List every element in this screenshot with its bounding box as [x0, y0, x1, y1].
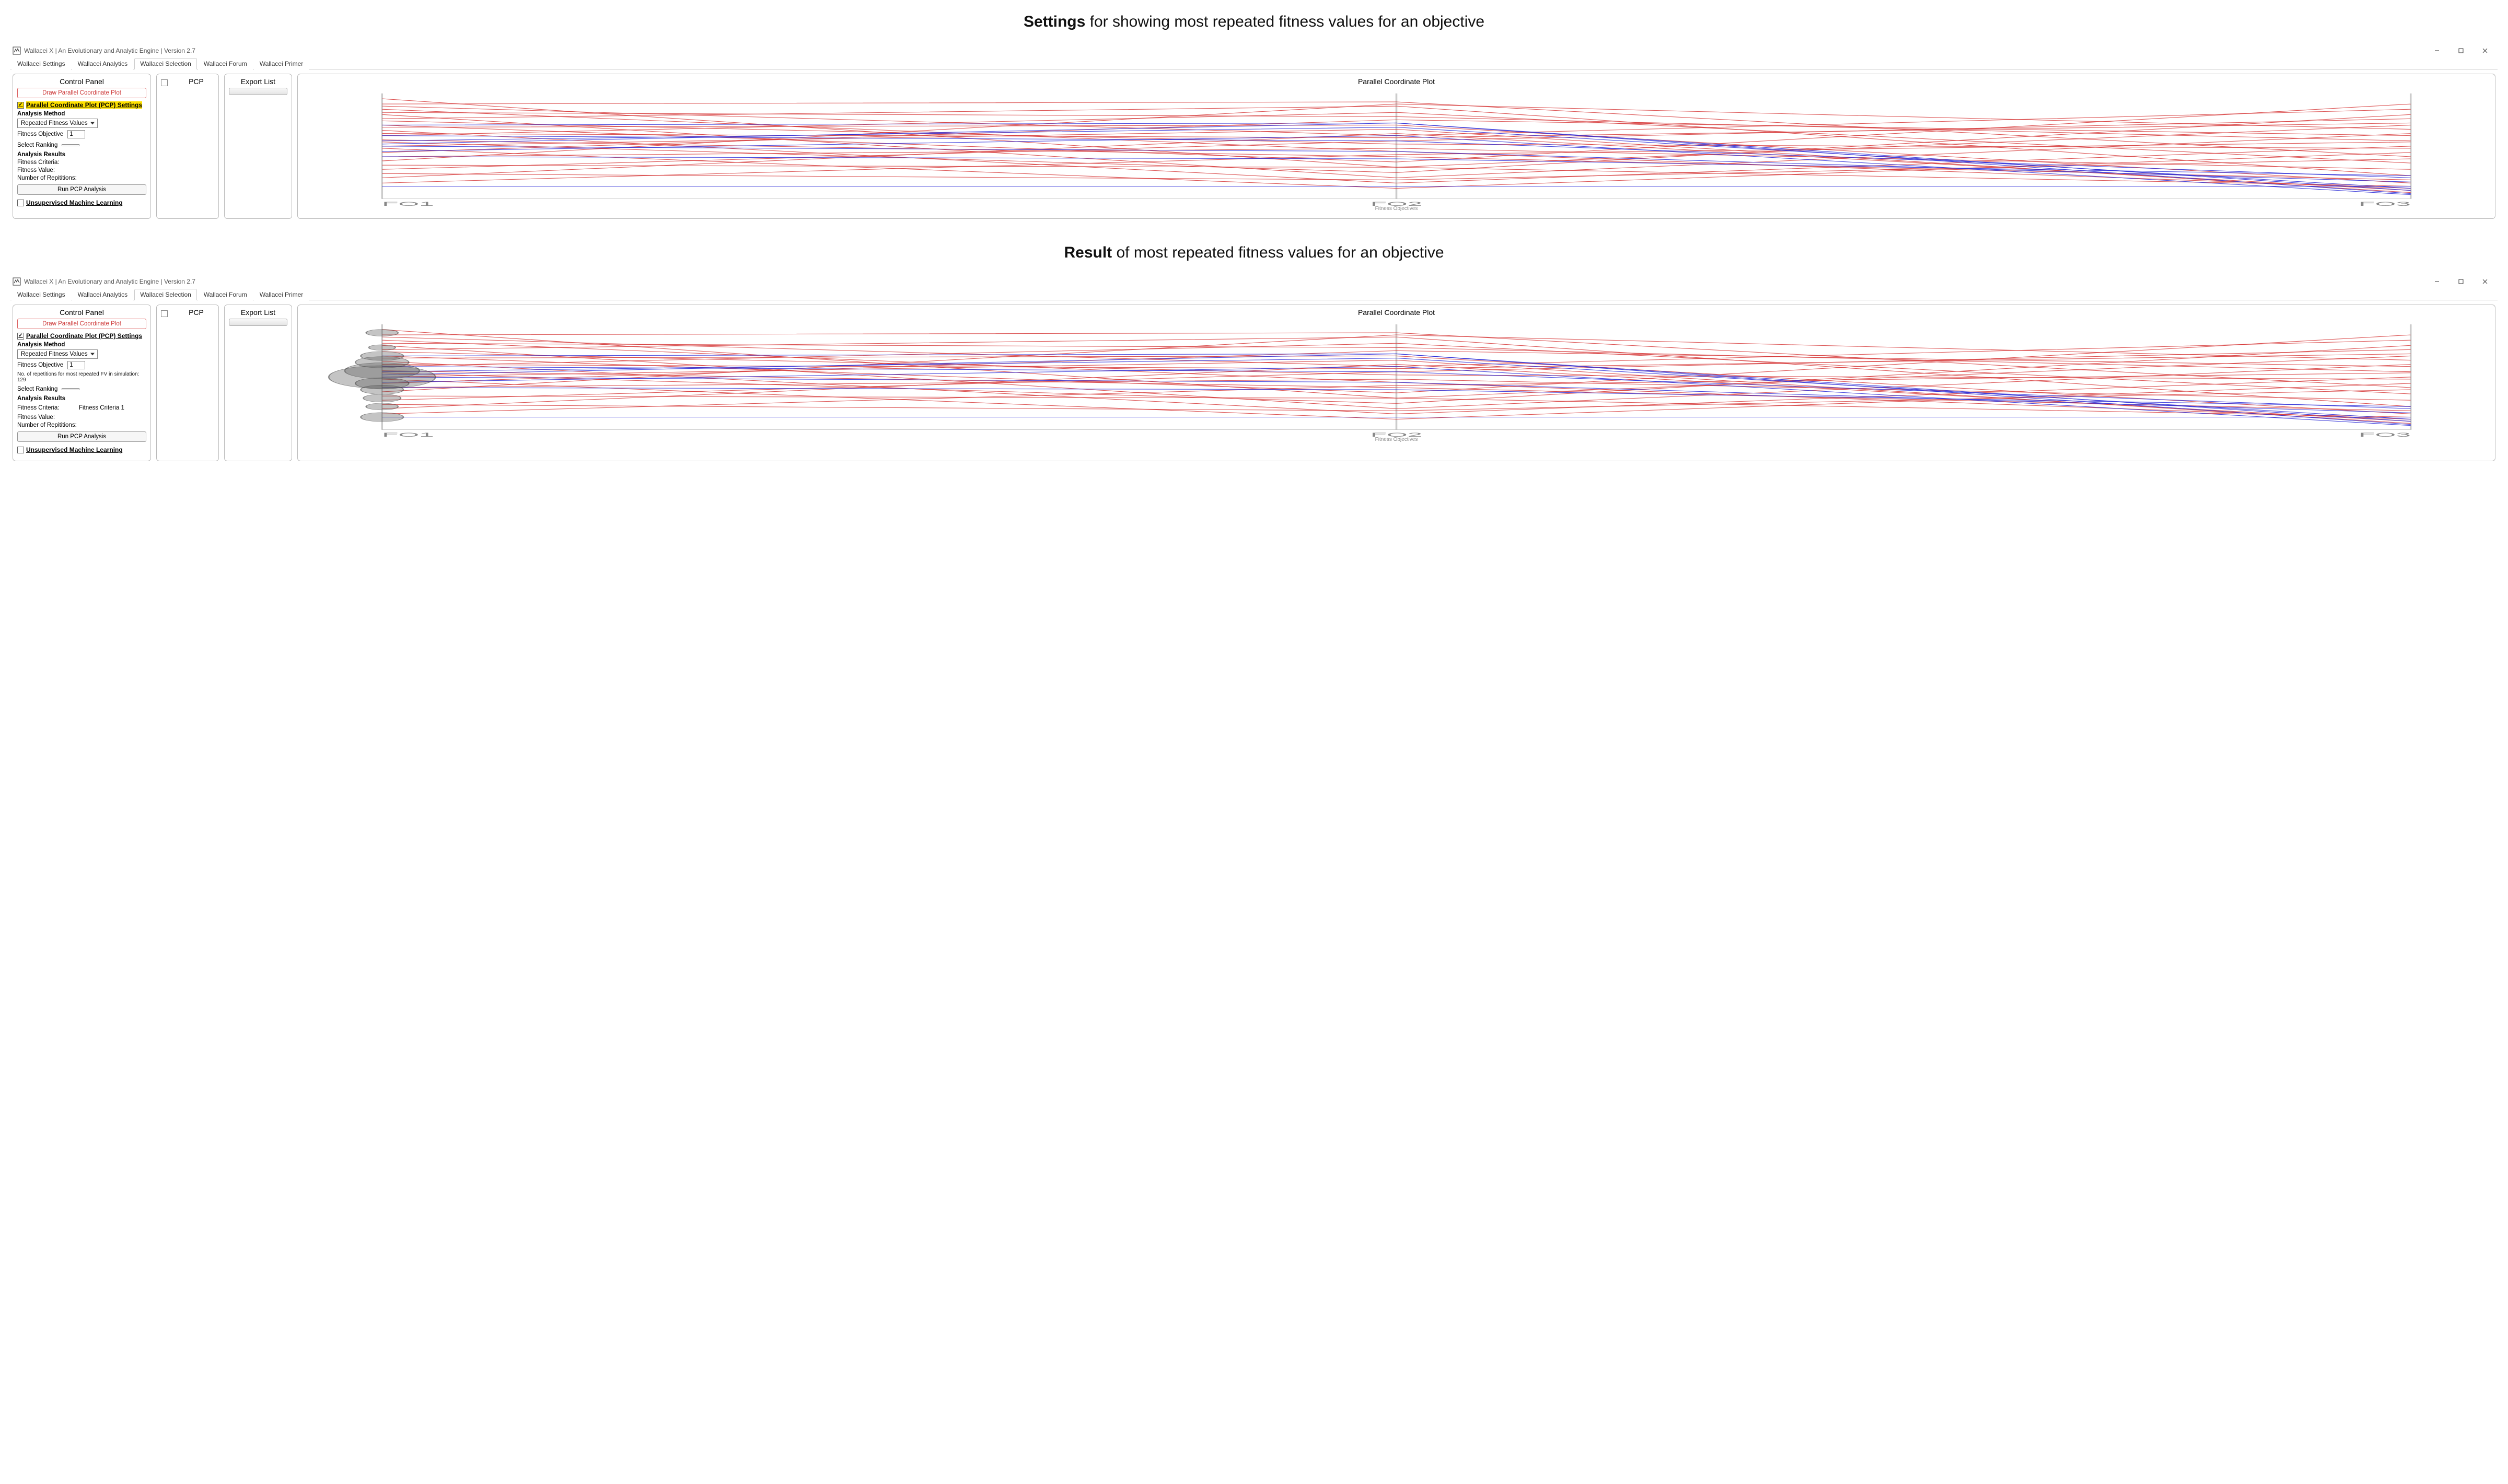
draw-pcp-button[interactable]: Draw Parallel Coordinate Plot [17, 319, 146, 329]
tab-forum[interactable]: Wallacei Forum [198, 289, 253, 300]
draw-pcp-button[interactable]: Draw Parallel Coordinate Plot [17, 88, 146, 98]
pcp-list-panel: PCP [156, 305, 219, 461]
titlebar-text: Wallacei X | An Evolutionary and Analyti… [24, 278, 195, 285]
plot-xlabel: Fitness Objectives [302, 437, 2491, 442]
control-panel: Control Panel Draw Parallel Coordinate P… [13, 305, 151, 461]
export-list-title: Export List [229, 77, 287, 86]
run-pcp-button[interactable]: Run PCP Analysis [17, 431, 146, 442]
unsupervised-ml-header: Unsupervised Machine Learning [17, 446, 146, 453]
plot-xlabel: Fitness Objectives [302, 206, 2491, 212]
banner-settings: Settings for showing most repeated fitne… [10, 13, 2498, 31]
tab-analytics[interactable]: Wallacei Analytics [72, 289, 134, 300]
plot-area: FO1FO2FO3 Fitness Objectives [302, 88, 2491, 213]
num-repititions-label: Number of Repititions: [17, 422, 146, 428]
content-area: Control Panel Draw Parallel Coordinate P… [10, 69, 2498, 223]
tabstrip: Wallacei Settings Wallacei Analytics Wal… [10, 288, 2498, 300]
export-list-panel: Export List [224, 74, 292, 219]
tab-primer[interactable]: Wallacei Primer [254, 58, 309, 69]
analysis-method-select[interactable]: Repeated Fitness Values [17, 119, 98, 128]
titlebar: Wallacei X | An Evolutionary and Analyti… [10, 44, 2498, 57]
export-list-title: Export List [229, 308, 287, 317]
fitness-criteria-label: Fitness Criteria: [17, 159, 146, 166]
analysis-results-label: Analysis Results [17, 151, 146, 158]
app-icon [13, 46, 21, 55]
select-ranking-input[interactable] [62, 144, 79, 146]
fitness-objective-label: Fitness Objective [17, 131, 63, 137]
pcp-settings-label: Parallel Coordinate Plot (PCP) Settings [26, 101, 142, 109]
pcp-settings-header: Parallel Coordinate Plot (PCP) Settings [17, 101, 146, 109]
fitness-value-label: Fitness Value: [17, 167, 146, 173]
app-icon [13, 277, 21, 286]
plot-panel: Parallel Coordinate Plot FO1FO2FO3 Fitne… [297, 305, 2495, 461]
close-button[interactable] [2475, 276, 2495, 287]
analysis-method-select[interactable]: Repeated Fitness Values [17, 349, 98, 359]
titlebar: Wallacei X | An Evolutionary and Analyti… [10, 275, 2498, 288]
export-list-button[interactable] [229, 319, 287, 326]
pcp-settings-header: Parallel Coordinate Plot (PCP) Settings [17, 332, 146, 340]
fitness-criteria-value: Fitness Criteria 1 [79, 405, 124, 411]
tab-settings[interactable]: Wallacei Settings [11, 58, 71, 69]
fitness-objective-input[interactable]: 1 [67, 361, 85, 369]
tab-settings[interactable]: Wallacei Settings [11, 289, 71, 300]
unsupervised-ml-label: Unsupervised Machine Learning [26, 446, 123, 453]
pcp-list-checkbox[interactable] [161, 310, 168, 317]
unsupervised-ml-checkbox[interactable] [17, 200, 24, 206]
plot-area: FO1FO2FO3 Fitness Objectives [302, 319, 2491, 444]
fitness-objective-label: Fitness Objective [17, 362, 63, 368]
unsupervised-ml-checkbox[interactable] [17, 447, 24, 453]
tab-selection[interactable]: Wallacei Selection [134, 58, 197, 69]
reps-note: No. of repetitions for most repeated FV … [17, 371, 146, 383]
analysis-method-label: Analysis Method [17, 342, 146, 348]
tab-forum[interactable]: Wallacei Forum [198, 58, 253, 69]
pcp-list-title: PCP [178, 77, 214, 86]
tab-analytics[interactable]: Wallacei Analytics [72, 58, 134, 69]
select-ranking-input[interactable] [62, 388, 79, 390]
fitness-value-label: Fitness Value: [17, 414, 146, 420]
tabstrip: Wallacei Settings Wallacei Analytics Wal… [10, 57, 2498, 69]
maximize-button[interactable] [2451, 45, 2471, 56]
plot-panel: Parallel Coordinate Plot FO1FO2FO3 Fitne… [297, 74, 2495, 219]
unsupervised-ml-header: Unsupervised Machine Learning [17, 199, 146, 206]
minimize-button[interactable] [2426, 45, 2447, 56]
close-button[interactable] [2475, 45, 2495, 56]
maximize-button[interactable] [2451, 276, 2471, 287]
num-repititions-label: Number of Repititions: [17, 175, 146, 181]
window-result: Wallacei X | An Evolutionary and Analyti… [10, 275, 2498, 465]
window-settings: Wallacei X | An Evolutionary and Analyti… [10, 44, 2498, 223]
analysis-method-label: Analysis Method [17, 111, 146, 117]
titlebar-text: Wallacei X | An Evolutionary and Analyti… [24, 47, 195, 54]
control-panel-title: Control Panel [17, 308, 146, 317]
unsupervised-ml-label: Unsupervised Machine Learning [26, 199, 123, 206]
fitness-objective-input[interactable]: 1 [67, 130, 85, 138]
analysis-results-label: Analysis Results [17, 395, 146, 402]
export-list-button[interactable] [229, 88, 287, 95]
pcp-settings-label: Parallel Coordinate Plot (PCP) Settings [26, 332, 142, 340]
banner-result: Result of most repeated fitness values f… [10, 244, 2498, 262]
tab-primer[interactable]: Wallacei Primer [254, 289, 309, 300]
plot-title: Parallel Coordinate Plot [302, 77, 2491, 86]
select-ranking-label: Select Ranking [17, 386, 57, 392]
pcp-settings-checkbox[interactable] [17, 102, 24, 109]
minimize-button[interactable] [2426, 276, 2447, 287]
plot-title: Parallel Coordinate Plot [302, 308, 2491, 317]
tab-selection[interactable]: Wallacei Selection [134, 289, 197, 300]
export-list-panel: Export List [224, 305, 292, 461]
run-pcp-button[interactable]: Run PCP Analysis [17, 184, 146, 195]
select-ranking-label: Select Ranking [17, 142, 57, 148]
control-panel-title: Control Panel [17, 77, 146, 86]
pcp-settings-checkbox[interactable] [17, 333, 24, 340]
fitness-criteria-label: Fitness Criteria: [17, 405, 75, 411]
pcp-list-title: PCP [178, 308, 214, 317]
content-area: Control Panel Draw Parallel Coordinate P… [10, 300, 2498, 465]
pcp-list-checkbox[interactable] [161, 79, 168, 86]
control-panel: Control Panel Draw Parallel Coordinate P… [13, 74, 151, 219]
pcp-list-panel: PCP [156, 74, 219, 219]
